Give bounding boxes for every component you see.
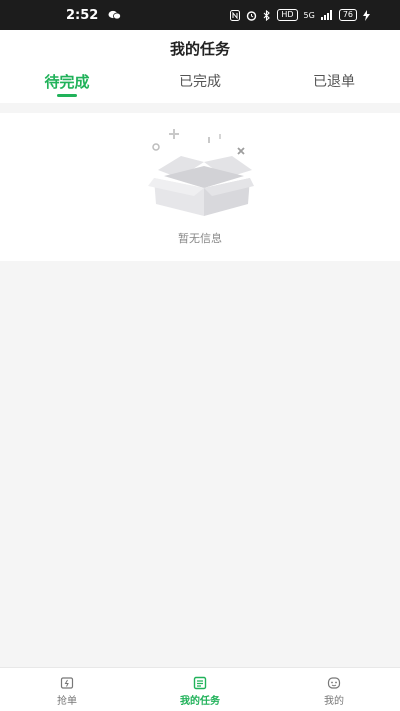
status-time: 2:52 — [66, 7, 99, 23]
status-bar-left: 2:52 — [66, 7, 122, 23]
empty-message: 暂无信息 — [178, 232, 222, 245]
wechat-icon — [108, 10, 122, 20]
empty-box-icon — [148, 129, 254, 216]
network-type: 5G — [303, 10, 315, 20]
alarm-icon — [247, 10, 257, 21]
nav-my-tasks-label: 我的任务 — [180, 696, 220, 707]
bottom-nav: 抢单 我的任务 我的 — [0, 667, 400, 711]
page-title: 我的任务 — [169, 39, 230, 58]
nav-grab-order-label: 抢单 — [57, 696, 77, 707]
header: 我的任务 — [0, 30, 400, 66]
signal-icon — [320, 10, 332, 20]
bluetooth-icon — [263, 9, 271, 21]
tab-bar: 待完成 已完成 已退单 — [0, 66, 400, 103]
battery-icon: 76 — [338, 9, 357, 21]
status-bar-right: HD 5G 76 — [230, 9, 370, 21]
grab-order-icon — [60, 677, 74, 689]
status-bar: 2:52 HD 5G 76 — [0, 0, 400, 30]
nav-grab-order[interactable]: 抢单 — [27, 676, 107, 707]
tab-completed[interactable]: 已完成 — [179, 71, 221, 91]
profile-icon — [327, 677, 341, 689]
nav-my-tasks[interactable]: 我的任务 — [160, 676, 240, 707]
nav-profile-label: 我的 — [324, 696, 344, 707]
task-list-icon — [193, 676, 207, 690]
tab-cancelled[interactable]: 已退单 — [313, 71, 355, 91]
tab-active-indicator — [57, 94, 77, 97]
nfc-icon — [230, 9, 241, 21]
tab-pending[interactable]: 待完成 — [44, 71, 89, 92]
nav-profile[interactable]: 我的 — [294, 676, 374, 707]
charging-icon — [363, 9, 370, 21]
hd-icon: HD — [277, 9, 298, 21]
